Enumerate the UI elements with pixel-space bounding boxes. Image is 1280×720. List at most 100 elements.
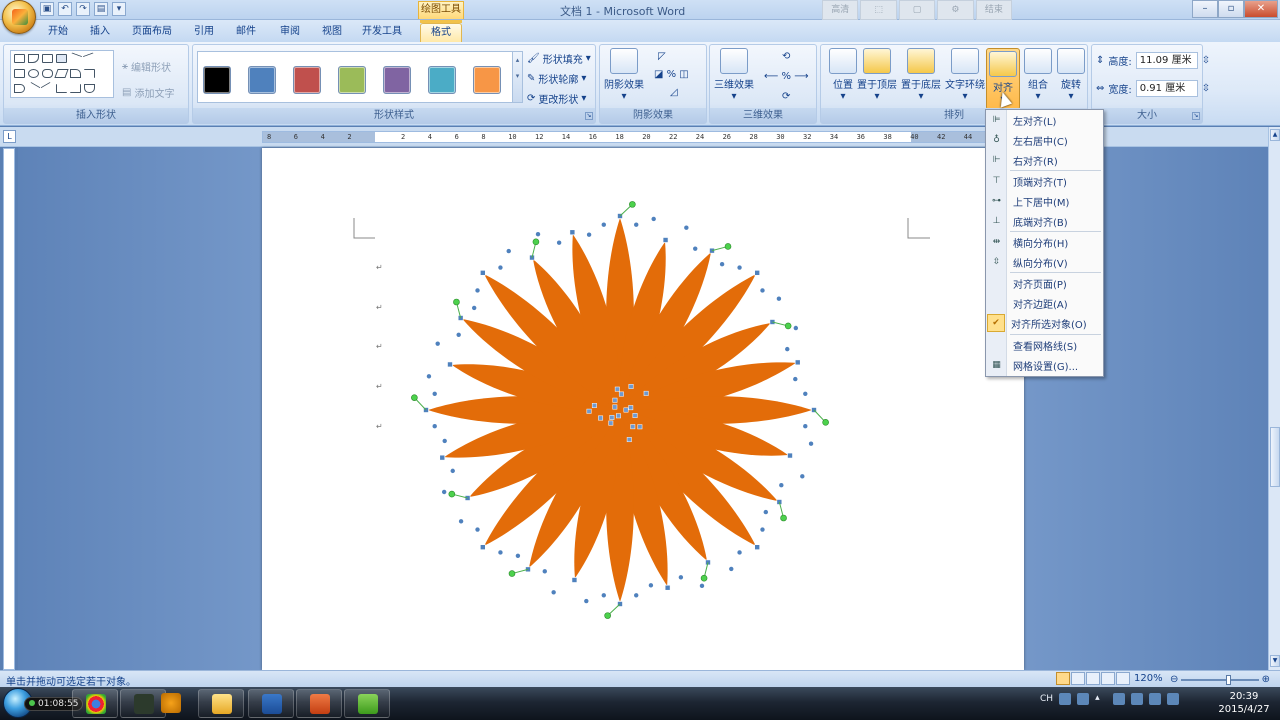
scroll-thumb[interactable] — [1270, 427, 1280, 487]
taskbar-word[interactable] — [248, 689, 294, 718]
text-wrap-button[interactable]: 文字环绕 ▾ — [945, 48, 985, 102]
group-button[interactable]: 组合 ▾ — [1024, 48, 1052, 102]
maximize-button[interactable]: ▫ — [1218, 0, 1244, 18]
taskbar-explorer[interactable] — [198, 689, 244, 718]
zoom-out-icon[interactable]: ⊖ — [1170, 674, 1178, 685]
redo-icon[interactable]: ↷ — [76, 2, 90, 16]
tab-home[interactable]: 开始 — [40, 23, 76, 42]
menu-view-gridlines[interactable]: 查看网格线(S) — [986, 335, 1103, 355]
taskbar-powerpoint[interactable] — [296, 689, 342, 718]
dialog-launcher-icon[interactable]: ↘ — [585, 112, 593, 120]
network-icon[interactable] — [1113, 693, 1126, 705]
tab-format[interactable]: 格式 — [420, 20, 462, 42]
menu-align-middle[interactable]: ⊶ 上下居中(M) — [986, 191, 1103, 211]
style-swatch-blue[interactable] — [248, 66, 276, 94]
width-input[interactable]: 0.91 厘米 — [1135, 80, 1198, 97]
shadow-toggle-icon[interactable]: ◪ % ◫ — [654, 69, 689, 80]
menu-align-right[interactable]: ⊩ 右对齐(R) — [986, 150, 1103, 170]
shield-icon[interactable] — [1131, 693, 1144, 705]
rotate-button[interactable]: 旋转 ▾ — [1057, 48, 1085, 102]
taskbar-notes[interactable] — [344, 689, 390, 718]
style-swatch-purple[interactable] — [383, 66, 411, 94]
change-shape-button[interactable]: ⟳ 更改形状 ▾ — [527, 91, 586, 106]
hd-button[interactable]: 高清 — [822, 0, 859, 20]
tab-references[interactable]: 引用 — [186, 23, 222, 42]
print-layout-icon[interactable] — [1056, 672, 1070, 685]
menu-distribute-horizontal[interactable]: ⇹ 横向分布(H) — [986, 232, 1103, 252]
ime-icon[interactable] — [1059, 693, 1072, 705]
edit-shape-button[interactable]: ⚹ 编辑形状 — [122, 59, 171, 74]
minimize-button[interactable]: – — [1192, 0, 1218, 18]
gallery-scroll[interactable]: ▴ ▾ — [512, 51, 523, 103]
menu-align-margin[interactable]: 对齐边距(A) — [986, 293, 1103, 313]
menu-align-page[interactable]: 对齐页面(P) — [986, 273, 1103, 293]
draft-icon[interactable] — [1116, 672, 1130, 685]
end-button[interactable]: 结束 — [975, 0, 1013, 20]
shape-fill-button[interactable]: 🖌 形状填充 ▾ — [527, 51, 591, 66]
customize-qat-icon[interactable]: ▾ — [112, 2, 126, 16]
office-button[interactable] — [2, 0, 36, 34]
input-language[interactable]: CH — [1040, 694, 1053, 704]
tab-review[interactable]: 审阅 — [272, 23, 308, 42]
full-screen-icon[interactable] — [1071, 672, 1085, 685]
zoom-level[interactable]: 120% — [1134, 673, 1163, 684]
style-swatch-black[interactable] — [203, 66, 231, 94]
clock[interactable]: 20:39 2015/4/27 — [1210, 690, 1278, 716]
send-to-back-button[interactable]: 置于底层 ▾ — [901, 48, 941, 102]
web-layout-icon[interactable] — [1086, 672, 1100, 685]
scroll-up-icon[interactable]: ▲ — [1270, 129, 1280, 141]
zoom-slider[interactable]: ⊖ ⊕ — [1170, 674, 1270, 685]
zoom-thumb[interactable] — [1226, 674, 1232, 685]
shapes-gallery[interactable] — [10, 50, 114, 98]
style-swatch-red[interactable] — [293, 66, 321, 94]
tilt-down-icon[interactable]: ⟳ — [782, 91, 790, 102]
close-button[interactable]: ✕ — [1244, 0, 1278, 18]
tab-view[interactable]: 视图 — [314, 23, 350, 42]
tilt-toggle-icon[interactable]: ⟵ % ⟶ — [764, 71, 809, 82]
vertical-ruler[interactable] — [3, 148, 15, 670]
document-page[interactable]: ↵ ↵ ↵ ↵ ↵ — [262, 148, 1024, 670]
style-swatch-green[interactable] — [338, 66, 366, 94]
tab-page-layout[interactable]: 页面布局 — [126, 23, 178, 42]
tab-developer[interactable]: 开发工具 — [356, 23, 408, 42]
volume-icon[interactable] — [1167, 693, 1180, 705]
menu-align-selected[interactable]: ✔ 对齐所选对象(O) — [986, 313, 1103, 333]
frame-button[interactable]: ⬚ — [860, 0, 897, 20]
height-input[interactable]: 11.09 厘米 — [1135, 52, 1198, 69]
width-spinner-icon[interactable]: ⇳ — [1202, 83, 1210, 94]
window-button[interactable]: ▢ — [898, 0, 936, 20]
menu-distribute-vertical[interactable]: ⇳ 纵向分布(V) — [986, 252, 1103, 272]
undo-icon[interactable]: ↶ — [58, 2, 72, 16]
style-swatch-orange[interactable] — [473, 66, 501, 94]
height-spinner-icon[interactable]: ⇳ — [1202, 55, 1210, 66]
shape-outline-button[interactable]: ✎ 形状轮廓 ▾ — [527, 71, 586, 86]
horizontal-ruler[interactable]: 8 6 4 2 2 4 6 8 10 12 14 16 18 20 22 24 26 28 30 32 34 36 38 40… — [262, 131, 1026, 143]
size-launcher-icon[interactable]: ↘ — [1192, 112, 1200, 120]
vertical-scrollbar[interactable]: ▲ ▼ — [1268, 127, 1280, 670]
threed-effects-button[interactable]: 三维效果 ▾ — [714, 48, 754, 102]
menu-align-center[interactable]: ♁ 左右居中(C) — [986, 130, 1103, 150]
menu-align-bottom[interactable]: ⊥ 底端对齐(B) — [986, 211, 1103, 231]
nudge-down-icon[interactable]: ◿ — [670, 87, 678, 98]
help-icon[interactable] — [1077, 693, 1090, 705]
taskbar-chrome[interactable] — [72, 689, 118, 718]
outline-icon[interactable] — [1101, 672, 1115, 685]
style-swatch-aqua[interactable] — [428, 66, 456, 94]
add-text-button[interactable]: ▤ 添加文字 — [122, 85, 174, 100]
print-preview-icon[interactable]: ▤ — [94, 2, 108, 16]
tab-insert[interactable]: 插入 — [82, 23, 118, 42]
save-icon[interactable]: ▣ — [40, 2, 54, 16]
position-button[interactable]: 位置 ▾ — [829, 48, 857, 102]
tray-arrow-icon[interactable]: ▴ — [1095, 693, 1107, 705]
bring-to-front-button[interactable]: 置于顶层 ▾ — [857, 48, 897, 102]
menu-grid-settings[interactable]: ▦ 网格设置(G)... — [986, 355, 1103, 375]
tab-mailings[interactable]: 邮件 — [228, 23, 264, 42]
tools-button[interactable]: ⚙ — [937, 0, 974, 20]
shadow-effects-button[interactable]: 阴影效果 ▾ — [604, 48, 644, 102]
zoom-in-icon[interactable]: ⊕ — [1262, 674, 1270, 685]
nudge-up-icon[interactable]: ◸ — [658, 51, 666, 62]
tilt-up-icon[interactable]: ⟲ — [782, 51, 790, 62]
scroll-down-icon[interactable]: ▼ — [1270, 655, 1280, 667]
taskbar-owl[interactable] — [148, 689, 194, 718]
flag-icon[interactable] — [1149, 693, 1162, 705]
